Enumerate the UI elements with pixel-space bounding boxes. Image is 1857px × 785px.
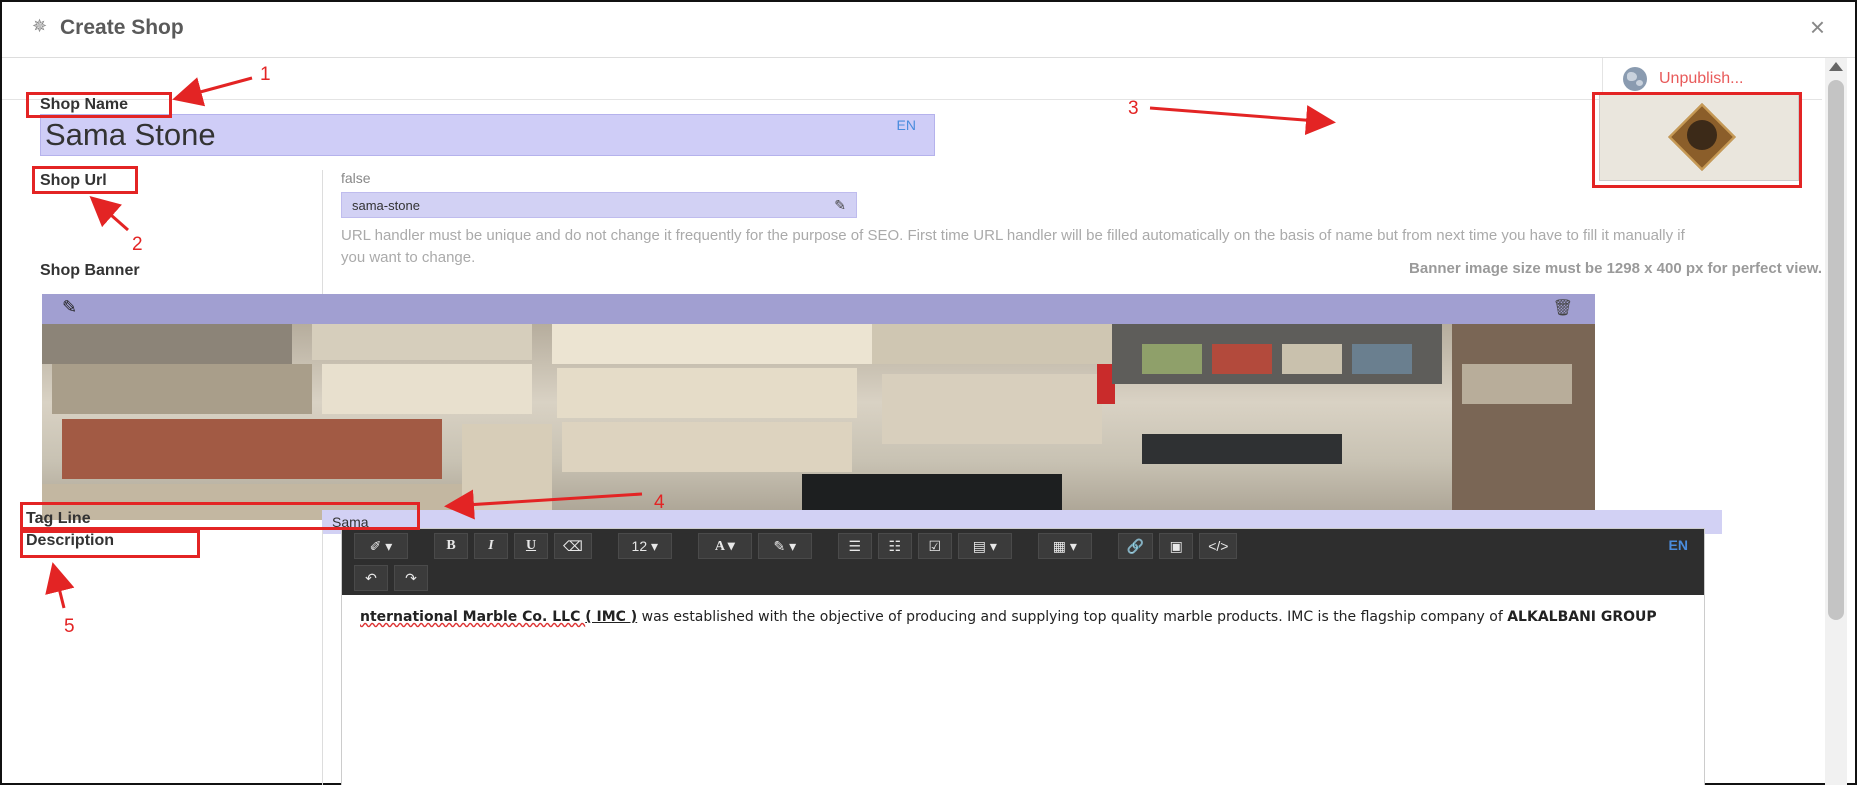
dialog-title: Create Shop <box>60 16 184 39</box>
desc-company-name: nternational Marble Co. LLC <box>360 609 586 625</box>
annotation-box-4 <box>20 502 420 530</box>
font-size-dropdown[interactable]: 12 ▾ <box>617 533 672 559</box>
annotation-number-1: 1 <box>260 64 271 85</box>
dialog-header: ✵ Create Shop × <box>2 2 1855 58</box>
ordered-list-icon[interactable]: ☷ <box>877 533 912 559</box>
banner-toolbar: ✎ 🗑 <box>42 294 1595 324</box>
shop-url-input[interactable]: sama-stone ✎ <box>341 192 857 218</box>
shop-url-section: false sama-stone ✎ URL handler must be u… <box>322 170 1722 296</box>
underline-button[interactable]: U <box>514 533 548 559</box>
annotation-box-3 <box>1592 92 1802 188</box>
annotation-box-1 <box>26 92 172 118</box>
annotation-number-4: 4 <box>654 492 665 513</box>
shop-name-input[interactable]: Sama Stone EN <box>40 114 935 156</box>
pencil-icon[interactable]: ✎ <box>62 297 77 318</box>
trash-icon[interactable]: 🗑 <box>1553 298 1573 318</box>
table-dropdown[interactable]: ▦ ▾ <box>1037 533 1092 559</box>
font-color-dropdown[interactable]: A ▾ <box>697 533 752 559</box>
undo-icon[interactable]: ↶ <box>354 565 388 591</box>
description-editor[interactable]: ✐ ▾ B I U ⌫ 12 ▾ A ▾ ✎ ▾ ☰ ☷ ☑ ▤ ▾ ▦ ▾ 🔗… <box>341 528 1705 785</box>
annotation-number-2: 2 <box>132 234 143 255</box>
checklist-icon[interactable]: ☑ <box>917 533 952 559</box>
shop-name-lang-badge[interactable]: EN <box>897 117 916 133</box>
unpublish-label: Unpublish... <box>1659 70 1744 87</box>
globe-icon <box>1623 67 1647 91</box>
description-body[interactable]: nternational Marble Co. LLC ( IMC ) was … <box>360 607 1680 627</box>
scroll-up-icon[interactable] <box>1829 62 1843 71</box>
shop-banner-label: Shop Banner <box>40 262 140 279</box>
create-shop-dialog: ✵ Create Shop × Unpublish... Shop Name S… <box>0 0 1857 785</box>
top-action-bar: Unpublish... <box>2 58 1822 100</box>
italic-button[interactable]: I <box>474 533 508 559</box>
dialog-scrollbar[interactable] <box>1825 58 1847 785</box>
description-section: ✐ ▾ B I U ⌫ 12 ▾ A ▾ ✎ ▾ ☰ ☷ ☑ ▤ ▾ ▦ ▾ 🔗… <box>322 528 1722 785</box>
dialog-content: Unpublish... Shop Name Sama Stone EN Sho… <box>2 58 1822 785</box>
annotation-number-3: 3 <box>1128 98 1139 119</box>
shop-name-value: Sama Stone <box>45 117 216 152</box>
editor-toolbar: ✐ ▾ B I U ⌫ 12 ▾ A ▾ ✎ ▾ ☰ ☷ ☑ ▤ ▾ ▦ ▾ 🔗… <box>342 529 1704 595</box>
unordered-list-icon[interactable]: ☰ <box>837 533 872 559</box>
eraser-icon[interactable]: ⌫ <box>554 533 592 559</box>
shop-url-status: false <box>341 170 371 186</box>
shop-url-value: sama-stone <box>352 198 420 213</box>
redo-icon[interactable]: ↷ <box>394 565 428 591</box>
desc-text: was established with the objective of pr… <box>637 609 1508 625</box>
close-icon[interactable]: × <box>1810 12 1825 43</box>
bold-button[interactable]: B <box>434 533 468 559</box>
description-lang-badge[interactable]: EN <box>1669 537 1688 553</box>
annotation-number-5: 5 <box>64 616 75 637</box>
style-dropdown-button[interactable]: ✐ ▾ <box>354 533 408 559</box>
highlight-dropdown[interactable]: ✎ ▾ <box>757 533 812 559</box>
image-icon[interactable]: ▣ <box>1159 533 1194 559</box>
link-icon[interactable]: 🔗 <box>1117 533 1154 559</box>
banner-image <box>42 324 1595 520</box>
gear-icon: ✵ <box>32 16 48 36</box>
banner-size-hint: Banner image size must be 1298 x 400 px … <box>1409 260 1822 277</box>
scrollbar-thumb[interactable] <box>1828 80 1844 620</box>
annotation-box-2 <box>32 166 138 194</box>
code-view-icon[interactable]: </> <box>1199 533 1238 559</box>
desc-imc-abbrev: ( IMC ) <box>585 609 638 625</box>
pencil-icon[interactable]: ✎ <box>834 197 846 214</box>
annotation-box-5 <box>20 530 200 558</box>
align-dropdown[interactable]: ▤ ▾ <box>957 533 1012 559</box>
shop-banner[interactable]: ✎ 🗑 <box>42 294 1595 520</box>
desc-group-name: ALKALBANI GROUP <box>1507 609 1657 625</box>
